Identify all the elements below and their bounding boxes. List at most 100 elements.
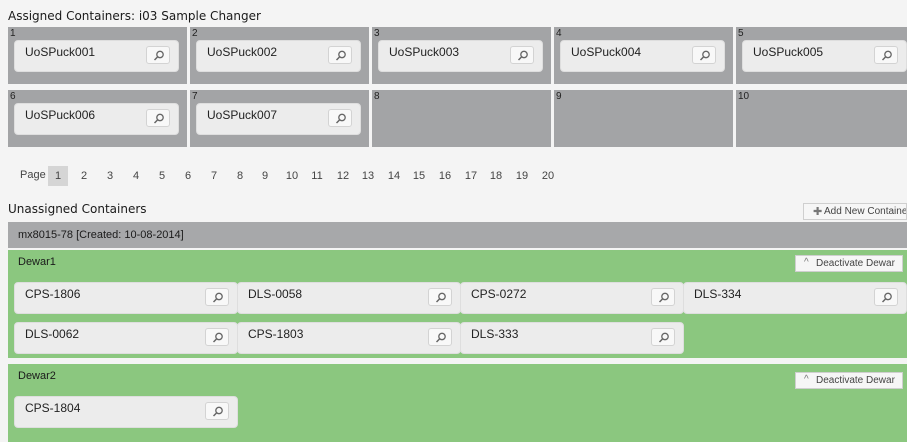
page-link[interactable]: 15: [409, 166, 429, 186]
page-link[interactable]: 12: [333, 166, 353, 186]
view-container-button[interactable]: [510, 46, 534, 64]
position-number: 8: [374, 91, 380, 102]
position-number: 5: [738, 28, 744, 39]
container-name: DLS-334: [694, 287, 742, 301]
position-number: 2: [192, 28, 198, 39]
page-link[interactable]: 17: [461, 166, 481, 186]
page-link[interactable]: 8: [230, 166, 250, 186]
container-name: DLS-333: [471, 327, 519, 341]
view-container-button[interactable]: [146, 109, 170, 127]
view-container-button[interactable]: [651, 288, 675, 306]
position-cell[interactable]: 2 UoSPuck002: [190, 27, 369, 84]
position-cell-empty[interactable]: 9: [554, 90, 733, 147]
container-card[interactable]: UoSPuck005: [742, 40, 907, 72]
container-name: UoSPuck002: [207, 45, 278, 59]
deactivate-dewar-label: Deactivate Dewar: [816, 258, 895, 269]
position-cell[interactable]: 3 UoSPuck003: [372, 27, 551, 84]
position-cell-empty[interactable]: 8: [372, 90, 551, 147]
container-name: UoSPuck004: [571, 45, 642, 59]
add-container-label: Add New Container: [824, 206, 907, 217]
search-icon: [153, 113, 164, 124]
view-container-button[interactable]: [874, 288, 898, 306]
container-card[interactable]: DLS-333: [460, 322, 684, 354]
search-icon: [699, 50, 710, 61]
view-container-button[interactable]: [205, 328, 229, 346]
position-cell[interactable]: 1 UoSPuck001: [8, 27, 187, 84]
page-link[interactable]: 20: [538, 166, 558, 186]
container-name: UoSPuck007: [207, 108, 278, 122]
container-card[interactable]: UoSPuck006: [14, 103, 179, 135]
container-card[interactable]: CPS-1804: [14, 396, 238, 428]
view-container-button[interactable]: [692, 46, 716, 64]
add-container-button[interactable]: ✚ Add New Container: [803, 203, 907, 220]
search-icon: [212, 406, 223, 417]
caret-up-icon: ^: [804, 257, 809, 268]
shipment-header: mx8015-78 [Created: 10-08-2014]: [8, 222, 907, 248]
deactivate-dewar-button[interactable]: ^ Deactivate Dewar: [795, 372, 903, 389]
position-number: 9: [556, 91, 562, 102]
search-icon: [517, 50, 528, 61]
page-link[interactable]: 2: [74, 166, 94, 186]
position-cell[interactable]: 7 UoSPuck007: [190, 90, 369, 147]
view-container-button[interactable]: [328, 46, 352, 64]
container-card[interactable]: CPS-0272: [460, 282, 684, 314]
container-card[interactable]: UoSPuck004: [560, 40, 725, 72]
view-container-button[interactable]: [874, 46, 898, 64]
plus-icon: ✚: [813, 206, 823, 218]
container-name: DLS-0062: [25, 327, 80, 341]
view-container-button[interactable]: [428, 328, 452, 346]
search-icon: [212, 292, 223, 303]
container-card[interactable]: UoSPuck003: [378, 40, 543, 72]
view-container-button[interactable]: [651, 328, 675, 346]
page-link[interactable]: 3: [100, 166, 120, 186]
view-container-button[interactable]: [428, 288, 452, 306]
page-link[interactable]: 16: [435, 166, 455, 186]
container-card[interactable]: CPS-1806: [14, 282, 238, 314]
view-container-button[interactable]: [205, 288, 229, 306]
position-cell[interactable]: 6 UoSPuck006: [8, 90, 187, 147]
view-container-button[interactable]: [146, 46, 170, 64]
position-cell-empty[interactable]: 10: [736, 90, 907, 147]
container-card[interactable]: DLS-0062: [14, 322, 238, 354]
assigned-heading: Assigned Containers: i03 Sample Changer: [8, 9, 261, 23]
page-link[interactable]: 18: [486, 166, 506, 186]
shipment-title: mx8015-78 [Created: 10-08-2014]: [18, 229, 184, 241]
container-card[interactable]: UoSPuck002: [196, 40, 361, 72]
container-card[interactable]: CPS-1803: [237, 322, 461, 354]
view-container-button[interactable]: [328, 109, 352, 127]
position-number: 7: [192, 91, 198, 102]
container-card[interactable]: DLS-334: [683, 282, 907, 314]
view-container-button[interactable]: [205, 402, 229, 420]
container-name: UoSPuck003: [389, 45, 460, 59]
dewar-name: Dewar2: [18, 370, 56, 382]
page-link[interactable]: 14: [384, 166, 404, 186]
deactivate-dewar-button[interactable]: ^ Deactivate Dewar: [795, 255, 903, 272]
page-link[interactable]: 7: [204, 166, 224, 186]
container-name: DLS-0058: [248, 287, 303, 301]
page-link[interactable]: 9: [255, 166, 275, 186]
page-link[interactable]: 19: [512, 166, 532, 186]
caret-up-icon: ^: [804, 374, 809, 385]
search-icon: [212, 332, 223, 343]
page-link[interactable]: 5: [152, 166, 172, 186]
position-number: 1: [10, 28, 16, 39]
position-number: 10: [738, 91, 750, 102]
page-link[interactable]: 13: [358, 166, 378, 186]
container-card[interactable]: DLS-0058: [237, 282, 461, 314]
container-name: CPS-1804: [25, 401, 81, 415]
page-link[interactable]: 6: [178, 166, 198, 186]
position-number: 3: [374, 28, 380, 39]
dewar-name: Dewar1: [18, 256, 56, 268]
position-cell[interactable]: 5 UoSPuck005: [736, 27, 907, 84]
page-link[interactable]: 4: [126, 166, 146, 186]
container-name: UoSPuck006: [25, 108, 96, 122]
position-cell[interactable]: 4 UoSPuck004: [554, 27, 733, 84]
container-card[interactable]: UoSPuck007: [196, 103, 361, 135]
container-name: CPS-1806: [25, 287, 81, 301]
page-link[interactable]: 10: [282, 166, 302, 186]
page-link-current[interactable]: 1: [48, 166, 68, 186]
page-link[interactable]: 11: [307, 166, 327, 186]
container-card[interactable]: UoSPuck001: [14, 40, 179, 72]
dewar-panel: Dewar1 ^ Deactivate Dewar CPS-1806 DLS-0…: [8, 250, 907, 358]
search-icon: [335, 50, 346, 61]
